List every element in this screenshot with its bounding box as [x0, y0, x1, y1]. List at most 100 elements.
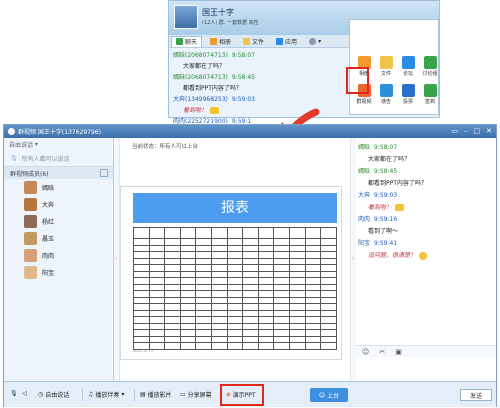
app-label: 论坛 [402, 71, 413, 77]
avatar [24, 266, 37, 279]
slide-title: 报表 [133, 193, 337, 223]
chat-icon [176, 38, 183, 45]
app-7[interactable]: 签到 [420, 84, 440, 105]
avatar [24, 249, 37, 262]
image-icon[interactable]: ▣ [395, 348, 402, 356]
member-name: 晨玉 [42, 236, 55, 243]
speaker-icon: ◁ [22, 390, 27, 397]
go-on-stage-button[interactable]: ☺ 上台 [310, 388, 348, 402]
sender-name[interactable]: 肉肉 [358, 216, 370, 223]
sender-name[interactable]: 嫣晗 [358, 168, 370, 175]
message-text: 看到啦！ [358, 202, 492, 214]
app-6[interactable]: 投票 [398, 84, 418, 105]
music-icon: ♫ [88, 391, 94, 398]
send-button[interactable]: 发送 [460, 389, 492, 401]
group-video-window: 群视频 国王十字(137629796) ▭ – □ ✕ 自由说话 ▾ 🎙 所有人都可… [3, 124, 497, 407]
member-name: 杨红 [42, 219, 55, 226]
member-name: 大奔 [42, 202, 55, 209]
app-icon [401, 84, 415, 97]
message-time: 9:58:45 [231, 74, 255, 81]
avatar [24, 232, 37, 245]
member-list: 嫣晗大奔杨红晨玉肉肉 阳宝 [4, 179, 113, 281]
app-label: 签到 [424, 99, 435, 105]
member-item[interactable]: 嫣晗 [4, 179, 113, 196]
stage-icon: ☺ [318, 391, 326, 399]
app-label: 讨论组 [422, 71, 438, 77]
app-label: 投票 [402, 99, 413, 105]
tab-album[interactable]: 相册 [206, 36, 235, 47]
play-movie-button[interactable]: ▤ 播放影片 [140, 390, 172, 399]
message-header: 嫣晗(2068074713) 9:58:45 [173, 72, 345, 83]
app-icon [379, 56, 393, 69]
group-avatar[interactable] [174, 5, 198, 29]
scissors-icon[interactable]: ✂ [379, 348, 385, 356]
video-icon [8, 128, 15, 135]
bottom-toolbar: 🎙 ◁ ◷ 自由说话 ♫ 播放伴奏 ▾ ▤ 播放影片 ▭ 分享屏幕 ◈ 演示PPT ☺ 上台 … [4, 381, 496, 407]
sender-name[interactable]: 阳宝 [358, 240, 370, 247]
message-time: 9:59:03 [374, 192, 398, 199]
message-header: 嫣晗 9:58:07 [358, 142, 492, 154]
tab-apps[interactable]: 应用 [272, 36, 301, 47]
app-label: 文件 [380, 71, 391, 77]
app-1[interactable]: 文件 [376, 56, 396, 77]
group-title: 国王十字 [202, 8, 234, 17]
avatar [24, 181, 37, 194]
share-screen-button[interactable]: ▭ 分享屏幕 [180, 390, 212, 399]
skin-icon[interactable]: ▭ [451, 127, 458, 135]
slide-date: 2013.12.11 [133, 349, 154, 353]
divider [82, 389, 83, 401]
maximize-icon[interactable]: □ [474, 127, 481, 135]
minimize-icon[interactable]: – [464, 127, 468, 135]
mic-button[interactable]: 🎙 [10, 390, 18, 397]
members-header[interactable]: 群视频成员(6) [4, 167, 113, 179]
sender-name[interactable]: 大奔(1349968253) [173, 96, 228, 103]
film-icon: ▤ [140, 391, 146, 398]
member-item[interactable]: 大奔 [4, 196, 113, 213]
chevron-down-icon: ▾ [35, 141, 39, 148]
tab-files[interactable]: 文件 [239, 36, 268, 47]
message-text: 都看到PPT内容了吗？ [368, 180, 427, 187]
message-time: 9:58:07 [231, 52, 255, 59]
sender-name[interactable]: 嫣晗 [358, 144, 370, 151]
message-header: 嫣晗 9:58:45 [358, 166, 492, 178]
group-chat-window: 国王十字 (12人) 群, 一套数据 高性 聊天 相册 文件 应用 ▾ 嫣晗(2… [168, 0, 440, 125]
app-2[interactable]: 论坛 [398, 56, 418, 77]
sender-name[interactable]: 嫣晗(2068074713) [173, 52, 228, 59]
music-button[interactable]: ♫ 播放伴奏 ▾ [88, 390, 124, 399]
member-item[interactable]: 肉肉 [4, 247, 113, 264]
member-panel: 自由说话 ▾ 🎙 所有人都可以说话 群视频成员(6) 嫣晗 大奔 杨红 晨玉 肉肉 阳宝 [4, 138, 114, 381]
message-text: 大家都在了吗？ [368, 156, 411, 163]
talk-mode-dropdown[interactable]: 自由说话 ▾ [4, 138, 113, 151]
message-time: 9:58:45 [374, 168, 398, 175]
smile-icon [419, 251, 428, 260]
sender-name[interactable]: 大奔 [358, 192, 370, 199]
member-item[interactable]: 杨红 [4, 213, 113, 230]
chevron-down-icon: ▾ [121, 391, 125, 398]
app-icon [423, 84, 437, 97]
speaker-button[interactable]: ◁ [22, 390, 27, 397]
folder-icon [243, 37, 251, 45]
message-header: 大奔(1349968253) 9:59:03 [173, 94, 345, 105]
tab-chat[interactable]: 聊天 [171, 35, 203, 47]
app-icon [423, 56, 437, 69]
app-5[interactable]: 通告 [376, 84, 396, 105]
message-text: 看到了啊～ [368, 228, 399, 235]
chat-panel: 嫣晗 9:58:07 大家都在了吗？ 嫣晗 9:58:45 都看到PPT内容了吗？ 大奔 9:… [356, 138, 496, 381]
tab-settings[interactable]: ▾ [305, 36, 325, 47]
app-3[interactable]: 讨论组 [420, 56, 440, 77]
member-settings-icon[interactable] [100, 169, 108, 177]
slide-table [133, 227, 337, 350]
message-text: 大家都在了吗？ [183, 63, 226, 70]
sender-name[interactable]: 嫣晗(2068074713) [173, 74, 228, 81]
member-item[interactable]: 阳宝 [4, 264, 113, 281]
apps-icon [276, 37, 284, 45]
group-subtitle: (12人) 群, 一套数据 高性 [202, 20, 259, 26]
free-talk-button[interactable]: ◷ 自由说话 [38, 390, 69, 399]
close-icon[interactable]: ✕ [486, 127, 492, 135]
message-header: 阳宝 9:59:41 [358, 238, 492, 250]
app-label: 通告 [380, 99, 391, 105]
message-time: 9:59:41 [374, 240, 398, 247]
ppt-slide: 报表 2013.12.11 [120, 186, 342, 360]
member-item[interactable]: 晨玉 [4, 230, 113, 247]
emoji-icon[interactable]: ☺ [362, 348, 369, 356]
